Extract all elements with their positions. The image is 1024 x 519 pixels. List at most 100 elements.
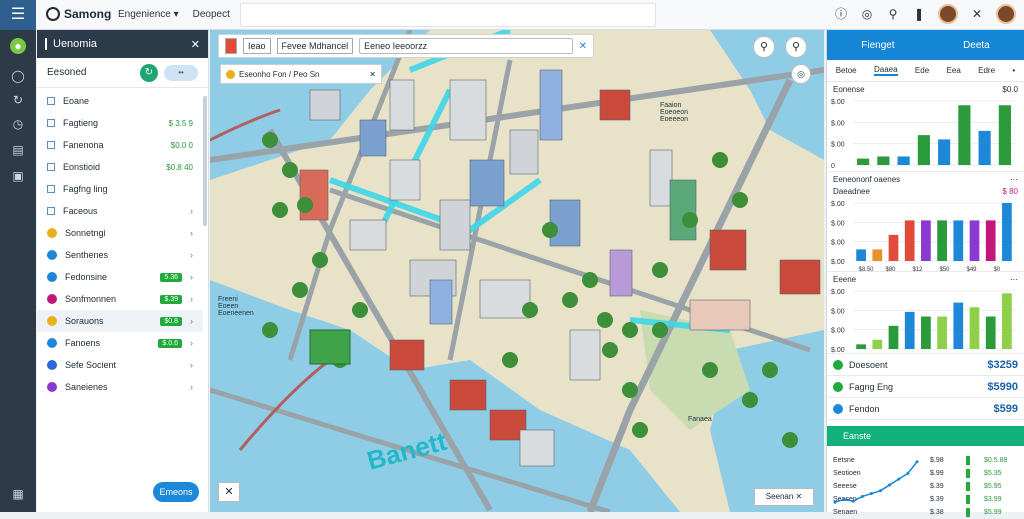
layer-list-item[interactable]: Fanoens $.0.6 › bbox=[37, 332, 203, 354]
tab-4[interactable]: Edre bbox=[978, 66, 995, 75]
top-search-input[interactable] bbox=[240, 3, 656, 27]
app-logo[interactable]: Samong bbox=[46, 7, 111, 21]
bar[interactable] bbox=[888, 234, 899, 261]
refresh-button[interactable]: ↻ bbox=[140, 63, 158, 82]
checkbox[interactable] bbox=[47, 163, 55, 171]
bar[interactable] bbox=[969, 220, 980, 261]
bar[interactable] bbox=[904, 311, 915, 349]
layer-list-item[interactable]: Fanenona $0.0 0 bbox=[37, 134, 203, 156]
kpi-row[interactable]: Fendon $599 bbox=[827, 398, 1024, 420]
bar[interactable] bbox=[857, 158, 870, 165]
checkbox[interactable] bbox=[47, 207, 55, 215]
bar[interactable] bbox=[888, 325, 899, 349]
close-icon[interactable]: ✕ bbox=[579, 41, 587, 52]
bar[interactable] bbox=[904, 220, 915, 261]
checkbox[interactable] bbox=[47, 97, 55, 105]
bar[interactable] bbox=[897, 156, 910, 165]
bar[interactable] bbox=[921, 316, 931, 349]
chevron-right-icon[interactable]: › bbox=[190, 272, 193, 282]
layer-list-item[interactable]: Sorauons $0.8 › bbox=[37, 310, 203, 332]
map-close-button[interactable]: ✕ bbox=[218, 482, 240, 502]
nav-item-0[interactable]: Engenience ▾ bbox=[118, 9, 179, 20]
layer-list-item[interactable]: Eoane bbox=[37, 90, 203, 112]
bar[interactable] bbox=[1002, 203, 1012, 261]
bar[interactable] bbox=[856, 344, 866, 349]
kpi-row[interactable]: Fagng Eng $5990 bbox=[827, 376, 1024, 398]
map-filter-chip[interactable]: Eseonho Fon / Peo Sn ✕ bbox=[220, 64, 382, 84]
chevron-right-icon[interactable]: › bbox=[190, 206, 193, 216]
bar[interactable] bbox=[937, 220, 947, 261]
map-canvas[interactable]: Banett bbox=[210, 30, 824, 512]
camera-icon[interactable]: ▣ bbox=[10, 168, 26, 184]
clock-icon[interactable]: ◷ bbox=[10, 116, 26, 132]
nav-item-1[interactable]: Deopect bbox=[193, 9, 230, 20]
right-header-0[interactable]: Fienget bbox=[861, 40, 894, 51]
tab-1[interactable]: Daaea bbox=[873, 65, 898, 76]
tab-2[interactable]: Ede bbox=[915, 66, 929, 75]
shield-icon[interactable]: ◯ bbox=[10, 68, 26, 84]
map-dismiss-button[interactable]: Seenan ✕ bbox=[754, 488, 814, 506]
bar[interactable] bbox=[958, 105, 971, 165]
map-tab-2[interactable]: Fevee Mdhancel bbox=[276, 38, 354, 54]
bar[interactable] bbox=[953, 302, 964, 349]
filter-button[interactable]: •• bbox=[164, 64, 198, 81]
avatar[interactable] bbox=[938, 4, 958, 24]
map-search-input[interactable]: Eeneo Ieeoorzz bbox=[359, 38, 573, 54]
layer-list-item[interactable]: Sonfmonnen $.39 › bbox=[37, 288, 203, 310]
help-icon[interactable]: ⓘ bbox=[834, 7, 848, 21]
bar[interactable] bbox=[917, 135, 930, 165]
apply-button[interactable]: Emeons bbox=[153, 482, 199, 502]
bar[interactable] bbox=[985, 220, 996, 261]
bar[interactable] bbox=[856, 249, 866, 261]
bar[interactable] bbox=[921, 220, 931, 261]
target-icon[interactable]: ◎ bbox=[860, 7, 874, 21]
tab-0[interactable]: Betoe bbox=[836, 66, 857, 75]
checkbox[interactable] bbox=[47, 185, 55, 193]
compass-icon[interactable]: ◎ bbox=[791, 64, 811, 84]
more-icon[interactable]: ⋯ bbox=[1010, 275, 1018, 284]
home-icon[interactable]: ● bbox=[10, 38, 26, 54]
chevron-right-icon[interactable]: › bbox=[190, 316, 193, 326]
close-icon[interactable]: ✕ bbox=[191, 38, 200, 51]
map-tab-1[interactable]: Ieao bbox=[243, 38, 271, 54]
bar[interactable] bbox=[969, 307, 980, 349]
map-illustration[interactable]: Banett bbox=[210, 30, 824, 512]
bar[interactable] bbox=[953, 220, 964, 261]
close-icon[interactable]: ✕ bbox=[369, 70, 376, 79]
avatar-secondary[interactable] bbox=[996, 4, 1016, 24]
layer-list-item[interactable]: Fagfng ling bbox=[37, 178, 203, 200]
chevron-right-icon[interactable]: › bbox=[190, 294, 193, 304]
refresh-icon[interactable]: ↻ bbox=[10, 92, 26, 108]
tab-3[interactable]: Eea bbox=[947, 66, 961, 75]
notification-icon[interactable]: ❚ bbox=[912, 7, 926, 21]
grid-icon[interactable]: ▦ bbox=[10, 486, 26, 502]
layer-icon[interactable] bbox=[225, 38, 237, 54]
bar[interactable] bbox=[877, 156, 890, 165]
menu-icon[interactable]: ☰ bbox=[0, 0, 36, 30]
chevron-right-icon[interactable]: › bbox=[190, 338, 193, 348]
checkbox[interactable] bbox=[47, 119, 55, 127]
tab-5[interactable]: • bbox=[1012, 66, 1015, 75]
bar[interactable] bbox=[978, 130, 991, 165]
more-icon[interactable]: ⋯ bbox=[1010, 175, 1018, 184]
layer-list-item[interactable]: Fagtieng $ 3.5 9 bbox=[37, 112, 203, 134]
bar[interactable] bbox=[985, 316, 996, 349]
layer-list-item[interactable]: Senthenes › bbox=[37, 244, 203, 266]
layer-list-item[interactable]: Sefe Socient › bbox=[37, 354, 203, 376]
chevron-right-icon[interactable]: › bbox=[190, 250, 193, 260]
checkbox[interactable] bbox=[47, 141, 55, 149]
layer-list-item[interactable]: Sonnetngi › bbox=[37, 222, 203, 244]
bar[interactable] bbox=[872, 249, 883, 261]
search-icon[interactable]: ⚲ bbox=[785, 36, 807, 58]
lock-icon[interactable]: ⚲ bbox=[753, 36, 775, 58]
layer-list-item[interactable]: Eonstioid $0.8 40 bbox=[37, 156, 203, 178]
bar[interactable] bbox=[1002, 293, 1012, 349]
close-icon[interactable]: ✕ bbox=[970, 7, 984, 21]
scrollbar[interactable] bbox=[203, 96, 207, 226]
layer-list-item[interactable]: Faceous › bbox=[37, 200, 203, 222]
chevron-right-icon[interactable]: › bbox=[190, 228, 193, 238]
bar[interactable] bbox=[937, 316, 947, 349]
bar[interactable] bbox=[938, 139, 951, 165]
bar[interactable] bbox=[998, 105, 1011, 165]
chevron-right-icon[interactable]: › bbox=[190, 360, 193, 370]
